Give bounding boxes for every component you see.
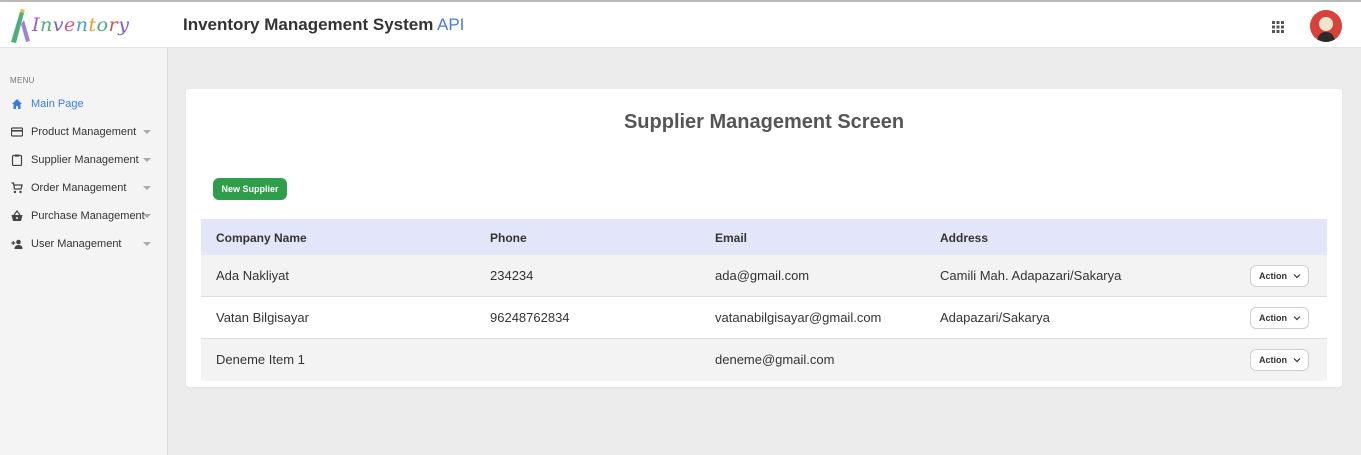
action-button[interactable]: Action [1250, 349, 1309, 371]
sidebar-item-label: User Management [31, 238, 122, 250]
sidebar-item-order-management[interactable]: Order Management [0, 176, 167, 200]
logo-text: Inventory [32, 14, 130, 36]
chevron-down-icon [1293, 274, 1301, 279]
action-label: Action [1259, 313, 1287, 323]
card-icon [11, 127, 23, 137]
top-bar: Inventory Inventory Management System AP… [0, 0, 1361, 48]
menu-label: MENU [10, 76, 35, 85]
chevron-down-icon [1293, 316, 1301, 321]
table-header: Company Name Phone Email Address [201, 219, 1327, 255]
sidebar-item-purchase-management[interactable]: Purchase Management [0, 204, 167, 228]
clipboard-icon [11, 154, 23, 166]
cell-email: deneme@gmail.com [715, 352, 835, 367]
table-row: Deneme Item 1 deneme@gmail.com Action [201, 339, 1327, 381]
sidebar-item-user-management[interactable]: User Management [0, 232, 167, 256]
chevron-down-icon [1293, 358, 1301, 363]
avatar-icon [1310, 10, 1342, 42]
action-label: Action [1259, 271, 1287, 281]
home-icon [12, 99, 22, 109]
cell-email: vatanabilgisayar@gmail.com [715, 310, 882, 325]
sidebar-item-label: Purchase Management [31, 210, 145, 222]
grid-icon[interactable] [1271, 20, 1285, 34]
app-title: Inventory Management System [183, 15, 434, 34]
column-header-company[interactable]: Company Name [216, 231, 307, 245]
sidebar-item-label: Main Page [31, 98, 84, 110]
column-header-address[interactable]: Address [940, 231, 988, 245]
page-title: Supplier Management Screen [623, 111, 905, 133]
action-button[interactable]: Action [1250, 265, 1309, 287]
cell-address: Camili Mah. Adapazari/Sakarya [940, 268, 1122, 283]
cell-company: Deneme Item 1 [216, 352, 305, 367]
supplier-card: Supplier Management Screen New Supplier … [186, 89, 1342, 387]
basket-icon [11, 210, 23, 221]
cell-company: Ada Nakliyat [216, 268, 289, 283]
cart-icon [11, 182, 23, 194]
new-supplier-button[interactable]: New Supplier [213, 178, 287, 200]
sidebar: MENU Main Page Product Management Suppli… [0, 48, 168, 455]
sidebar-item-main-page[interactable]: Main Page [0, 92, 167, 116]
chevron-down-icon [143, 158, 151, 162]
action-button[interactable]: Action [1250, 307, 1309, 329]
cell-email: ada@gmail.com [715, 268, 810, 283]
app-logo[interactable]: Inventory [8, 8, 138, 44]
cell-phone: 96248762834 [490, 310, 570, 325]
column-header-phone[interactable]: Phone [490, 231, 527, 245]
sidebar-item-supplier-management[interactable]: Supplier Management [0, 148, 167, 172]
add-user-icon [11, 239, 23, 249]
user-avatar[interactable] [1310, 10, 1342, 42]
sidebar-item-label: Product Management [31, 126, 137, 138]
chevron-down-icon [143, 242, 151, 246]
cell-address: Adapazari/Sakarya [940, 310, 1050, 325]
chevron-down-icon [143, 130, 151, 134]
table-row: Ada Nakliyat 234234 ada@gmail.com Camili… [201, 255, 1327, 297]
chevron-down-icon [143, 214, 151, 218]
column-header-email[interactable]: Email [715, 231, 747, 245]
cell-company: Vatan Bilgisayar [216, 310, 309, 325]
table-row: Vatan Bilgisayar 96248762834 vatanabilgi… [201, 297, 1327, 339]
chevron-down-icon [143, 186, 151, 190]
cell-phone: 234234 [490, 268, 534, 283]
sidebar-item-label: Order Management [31, 182, 127, 194]
logo-mark-icon [11, 9, 30, 43]
sidebar-item-label: Supplier Management [31, 154, 139, 166]
sidebar-item-product-management[interactable]: Product Management [0, 120, 167, 144]
api-link[interactable]: API [437, 15, 464, 35]
action-label: Action [1259, 355, 1287, 365]
